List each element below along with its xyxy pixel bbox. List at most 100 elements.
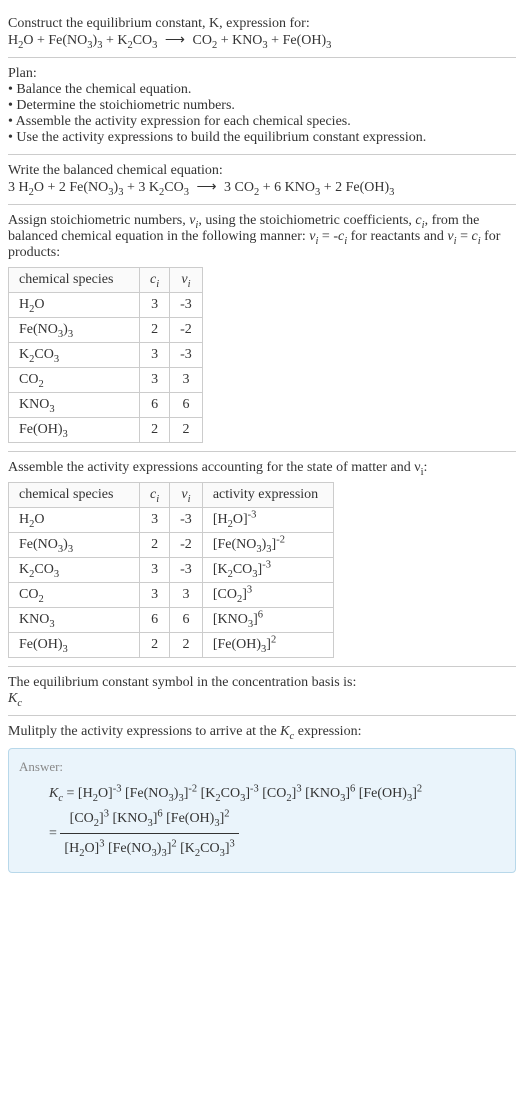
plan-item: • Balance the chemical equation. bbox=[8, 82, 516, 98]
species-cell: Fe(OH)3 bbox=[9, 633, 140, 658]
table-row: H2O3-3[H2O]-3 bbox=[9, 508, 334, 533]
reaction-arrow-icon: ⟶ bbox=[161, 33, 189, 48]
stoich-title: Assign stoichiometric numbers, νi, using… bbox=[8, 213, 516, 261]
table-row: KNO366[KNO3]6 bbox=[9, 608, 334, 633]
vi-cell: 2 bbox=[170, 633, 203, 658]
kc-fraction-expression: = [CO2]3 [KNO3]6 [Fe(OH)3]2 [H2O]3 [Fe(N… bbox=[49, 806, 505, 861]
plan-item-text: Balance the chemical equation. bbox=[16, 82, 191, 97]
table-row: Fe(NO3)32-2[Fe(NO3)3]-2 bbox=[9, 533, 334, 558]
activity-cell: [Fe(OH)3]2 bbox=[202, 633, 333, 658]
vi-cell: 6 bbox=[170, 393, 203, 418]
col-ci: ci bbox=[140, 483, 170, 508]
species-cell: CO2 bbox=[9, 583, 140, 608]
coef: 3 bbox=[138, 180, 145, 195]
species-cell: K2CO3 bbox=[9, 558, 140, 583]
col-species: chemical species bbox=[9, 268, 140, 293]
header-equation: H2O + Fe(NO3)3 + K2CO3 ⟶ CO2 + KNO3 + Fe… bbox=[8, 32, 516, 49]
header-section: Construct the equilibrium constant, K, e… bbox=[8, 8, 516, 58]
table-row: Fe(OH)322 bbox=[9, 418, 203, 443]
multiply-section: Mulitply the activity expressions to arr… bbox=[8, 716, 516, 881]
vi-cell: -3 bbox=[170, 293, 203, 318]
table-row: K2CO33-3 bbox=[9, 343, 203, 368]
table-row: Fe(OH)322[Fe(OH)3]2 bbox=[9, 633, 334, 658]
table-row: KNO366 bbox=[9, 393, 203, 418]
species-cell: H2O bbox=[9, 293, 140, 318]
ci-cell: 2 bbox=[140, 633, 170, 658]
vi-cell: -2 bbox=[170, 318, 203, 343]
multiply-title: Mulitply the activity expressions to arr… bbox=[8, 724, 516, 740]
species-cell: K2CO3 bbox=[9, 343, 140, 368]
table-row: H2O3-3 bbox=[9, 293, 203, 318]
coef: 6 bbox=[274, 180, 281, 195]
vi-cell: 3 bbox=[170, 583, 203, 608]
ci-cell: 2 bbox=[140, 533, 170, 558]
ci-cell: 3 bbox=[140, 558, 170, 583]
table-row: Fe(NO3)32-2 bbox=[9, 318, 203, 343]
plan-title: Plan: bbox=[8, 66, 516, 82]
kc-symbol-title: The equilibrium constant symbol in the c… bbox=[8, 675, 516, 691]
text: Assemble the activity expressions accoun… bbox=[8, 460, 421, 475]
col-vi: νi bbox=[170, 268, 203, 293]
species-cell: CO2 bbox=[9, 368, 140, 393]
activity-table: chemical species ci νi activity expressi… bbox=[8, 482, 334, 658]
plan-item-text: Use the activity expressions to build th… bbox=[16, 130, 426, 145]
kc-symbol: Kc bbox=[8, 691, 516, 707]
activity-cell: [KNO3]6 bbox=[202, 608, 333, 633]
species-cell: Fe(OH)3 bbox=[9, 418, 140, 443]
ci-cell: 6 bbox=[140, 608, 170, 633]
col-ci: ci bbox=[140, 268, 170, 293]
answer-label: Answer: bbox=[19, 759, 505, 775]
ci-cell: 3 bbox=[140, 343, 170, 368]
activity-cell: [CO2]3 bbox=[202, 583, 333, 608]
ci-cell: 3 bbox=[140, 508, 170, 533]
plan-section: Plan: • Balance the chemical equation. •… bbox=[8, 58, 516, 155]
text: for reactants and bbox=[347, 229, 447, 244]
table-row: K2CO33-3[K2CO3]-3 bbox=[9, 558, 334, 583]
fraction: [CO2]3 [KNO3]6 [Fe(OH)3]2 [H2O]3 [Fe(NO3… bbox=[60, 806, 238, 861]
vi-cell: -3 bbox=[170, 558, 203, 583]
coef: 3 bbox=[8, 180, 15, 195]
answer-box: Answer: Kc = [H2O]-3 [Fe(NO3)3]-2 [K2CO3… bbox=[8, 748, 516, 873]
table-row: CO233 bbox=[9, 368, 203, 393]
fraction-denominator: [H2O]3 [Fe(NO3)3]2 [K2CO3]3 bbox=[60, 834, 238, 861]
balanced-equation: 3 H2O + 2 Fe(NO3)3 + 3 K2CO3 ⟶ 3 CO2 + 6… bbox=[8, 179, 516, 196]
table-row: CO233[CO2]3 bbox=[9, 583, 334, 608]
fraction-numerator: [CO2]3 [KNO3]6 [Fe(OH)3]2 bbox=[60, 806, 238, 834]
species-cell: KNO3 bbox=[9, 608, 140, 633]
coef: 2 bbox=[59, 180, 66, 195]
ci-cell: 3 bbox=[140, 368, 170, 393]
ci-cell: 3 bbox=[140, 293, 170, 318]
activity-section: Assemble the activity expressions accoun… bbox=[8, 452, 516, 667]
text: Assign stoichiometric numbers, bbox=[8, 213, 189, 228]
text: : bbox=[424, 460, 428, 475]
kc-symbol-section: The equilibrium constant symbol in the c… bbox=[8, 667, 516, 716]
ci-cell: 2 bbox=[140, 318, 170, 343]
activity-cell: [K2CO3]-3 bbox=[202, 558, 333, 583]
plan-item: • Assemble the activity expression for e… bbox=[8, 114, 516, 130]
ci-cell: 3 bbox=[140, 583, 170, 608]
species-cell: H2O bbox=[9, 508, 140, 533]
text: , using the stoichiometric coefficients, bbox=[198, 213, 415, 228]
stoich-table: chemical species ci νi H2O3-3 Fe(NO3)32-… bbox=[8, 267, 203, 443]
vi-cell: 2 bbox=[170, 418, 203, 443]
text: Mulitply the activity expressions to arr… bbox=[8, 724, 280, 739]
species-cell: Fe(NO3)3 bbox=[9, 533, 140, 558]
ci-cell: 2 bbox=[140, 418, 170, 443]
vi-cell: -3 bbox=[170, 508, 203, 533]
species-cell: Fe(NO3)3 bbox=[9, 318, 140, 343]
coef: 2 bbox=[335, 180, 342, 195]
plan-item-text: Determine the stoichiometric numbers. bbox=[16, 98, 235, 113]
plan-item-text: Assemble the activity expression for eac… bbox=[16, 114, 351, 129]
vi-cell: -2 bbox=[170, 533, 203, 558]
text: expression: bbox=[294, 724, 361, 739]
activity-title: Assemble the activity expressions accoun… bbox=[8, 460, 516, 476]
vi-cell: 3 bbox=[170, 368, 203, 393]
vi-cell: -3 bbox=[170, 343, 203, 368]
stoich-section: Assign stoichiometric numbers, νi , using… bbox=[8, 205, 516, 452]
col-activity: activity expression bbox=[202, 483, 333, 508]
activity-cell: [H2O]-3 bbox=[202, 508, 333, 533]
balanced-title: Write the balanced chemical equation: bbox=[8, 163, 516, 179]
ci-cell: 6 bbox=[140, 393, 170, 418]
col-vi: νi bbox=[170, 483, 203, 508]
plan-item: • Determine the stoichiometric numbers. bbox=[8, 98, 516, 114]
